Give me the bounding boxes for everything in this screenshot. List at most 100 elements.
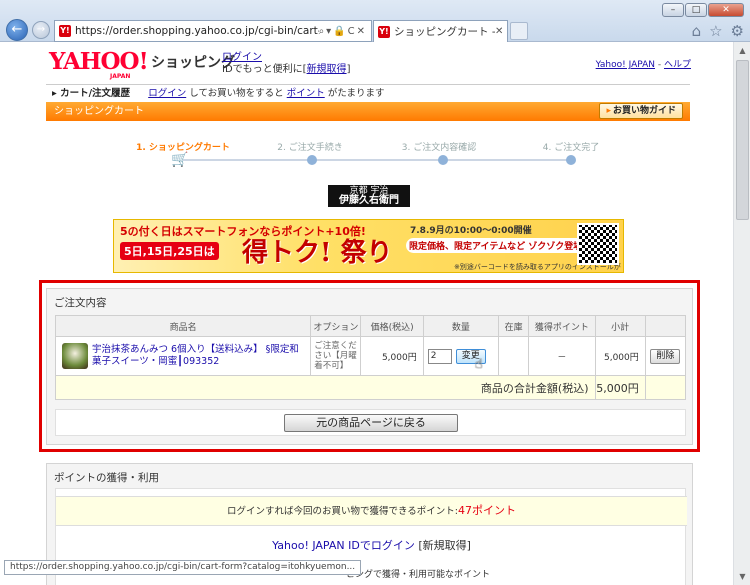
step-dot xyxy=(566,155,576,165)
cart-table: 商品名 オプション 価格(税込) 数量 在庫 獲得ポイント 小計 宇治抹茶あんみ… xyxy=(54,315,687,400)
total-row: 商品の合計金額(税込) 5,000円 xyxy=(55,375,687,400)
product-thumbnail[interactable] xyxy=(62,343,88,369)
change-quantity-button[interactable]: 変更 ☝ xyxy=(455,348,486,371)
order-panel-title: ご注文内容 xyxy=(54,297,107,309)
back-button-area: 元の商品ページに戻る xyxy=(55,409,686,436)
delete-cell: 削除 xyxy=(644,336,687,376)
col-price: 価格(税込) xyxy=(360,315,424,337)
close-window-icon[interactable]: ✕ xyxy=(708,3,744,17)
favorites-star-icon[interactable]: ☆ xyxy=(709,22,722,40)
browser-chrome: – □ ✕ ← → Y! https://order.shopping.yaho… xyxy=(0,0,750,42)
banner-limited: 限定価格、限定アイテムなど ゾクゾク登場! xyxy=(406,238,590,253)
product-name-link[interactable]: 宇治抹茶あんみつ 6個入り【送料込み】 §限定和菓子スイーツ・岡蜜┃093352 xyxy=(92,344,304,368)
yahoo-japan-link[interactable]: Yahoo! JAPAN xyxy=(596,60,655,70)
table-row: 宇治抹茶あんみつ 6個入り【送料込み】 §限定和菓子スイーツ・岡蜜┃093352… xyxy=(54,336,687,376)
product-cell: 宇治抹茶あんみつ 6個入り【送料込み】 §限定和菓子スイーツ・岡蜜┃093352 xyxy=(54,336,312,376)
id-login-line: Yahoo! JAPAN IDでログイン [新規取得] xyxy=(56,537,687,553)
cart-title-bar: ショッピングカート お買い物ガイド xyxy=(46,102,690,121)
scrollbar-thumb[interactable] xyxy=(736,60,749,220)
col-points: 獲得ポイント xyxy=(528,315,596,337)
step-order-procedure: 2. ご注文手続き xyxy=(277,143,343,153)
forward-button[interactable]: → xyxy=(32,21,50,39)
col-subtotal: 小計 xyxy=(594,315,646,337)
subnav-points-link[interactable]: ポイント xyxy=(287,88,325,99)
window-controls: – □ ✕ xyxy=(662,3,744,17)
browser-tab-cart[interactable]: Y! ショッピングカート - Ya... ✕ xyxy=(373,20,508,42)
price-cell: 5,000円 xyxy=(360,336,424,376)
header-links: Yahoo! JAPAN - ヘルプ xyxy=(596,57,691,70)
yahoo-favicon-icon: Y! xyxy=(378,25,390,38)
subnav-note2: がたまります xyxy=(327,88,385,99)
step-order-confirm: 3. ご注文内容確認 xyxy=(401,143,477,153)
col-option: オプション xyxy=(310,315,362,337)
scroll-down-icon[interactable]: ▼ xyxy=(736,570,749,583)
banner-title: 得トク! 祭り xyxy=(242,238,393,268)
back-button[interactable]: ← xyxy=(6,19,28,41)
col-stock: 在庫 xyxy=(498,315,530,337)
store-logo-line2: 伊藤久右衛門 xyxy=(339,195,399,206)
vertical-scrollbar[interactable]: ▲ ▼ xyxy=(733,42,750,585)
back-to-product-button[interactable]: 元の商品ページに戻る xyxy=(284,414,458,432)
banner-dates: 5日,15日,25日は xyxy=(120,242,219,260)
id-register-link[interactable]: [新規取得] xyxy=(418,539,471,552)
maximize-icon[interactable]: □ xyxy=(685,3,707,17)
yahoo-logo[interactable]: YAHOO! xyxy=(49,50,149,73)
total-value: 5,000円 xyxy=(594,375,646,400)
promo-banner[interactable]: 5の付く日はスマートフォンならポイント+10倍! 5日,15日,25日は 得トク… xyxy=(113,219,624,273)
col-quantity: 数量 xyxy=(422,315,500,337)
help-link[interactable]: ヘルプ xyxy=(664,60,691,70)
address-bar-icons[interactable]: ⌕▾🔒C✕ xyxy=(319,26,371,37)
id-login-link[interactable]: Yahoo! JAPAN IDでログイン xyxy=(272,539,415,552)
address-bar[interactable]: Y! https://order.shopping.yahoo.co.jp/cg… xyxy=(54,20,372,42)
new-tab-button[interactable] xyxy=(510,22,528,40)
yahoo-favicon-icon: Y! xyxy=(59,25,71,37)
home-icon[interactable]: ⌂ xyxy=(692,22,702,40)
tab-close-icon[interactable]: ✕ xyxy=(495,26,507,37)
sub-navigation: ▸ カート/注文履歴 ログイン してお買い物をすると ポイント がたまります xyxy=(46,84,690,102)
points-note-text: ログインすれば今回のお買い物で獲得できるポイント: xyxy=(226,506,458,517)
step-order-complete: 4. ご注文完了 xyxy=(542,143,600,153)
total-label: 商品の合計金額(税込) xyxy=(55,375,596,400)
shopping-guide-button[interactable]: お買い物ガイド xyxy=(599,103,683,119)
points-value: 47ポイント xyxy=(458,504,516,517)
subnav-note: してお買い物をすると xyxy=(189,88,284,99)
yahoo-logo-sub: JAPAN xyxy=(110,73,131,80)
step-dot xyxy=(438,155,448,165)
subnav-login-link[interactable]: ログイン xyxy=(148,88,186,99)
steps-progress-line xyxy=(183,159,573,161)
page-content: YAHOO! JAPAN ショッピング ログイン IDでもっと便利に[新規取得]… xyxy=(0,42,733,585)
register-link[interactable]: 新規取得 xyxy=(307,64,347,75)
points-cell: － xyxy=(528,336,596,376)
points-note: ログインすれば今回のお買い物で獲得できるポイント:47ポイント xyxy=(56,496,687,526)
quantity-input[interactable]: 2 xyxy=(427,348,452,364)
minimize-icon[interactable]: – xyxy=(662,3,684,17)
qr-code-icon xyxy=(577,223,619,265)
banner-time: 7.8.9月の10:00〜0:00開催 xyxy=(410,226,532,236)
status-bar-url: https://order.shopping.yahoo.co.jp/cgi-b… xyxy=(4,560,362,575)
col-actions xyxy=(644,315,687,337)
store-logo[interactable]: 京都 宇治 伊藤久右衛門 xyxy=(328,185,410,207)
points-sub-note: ピングで獲得・利用可能なポイント xyxy=(346,570,491,580)
browser-tools: ⌂ ☆ ⚙ xyxy=(692,22,744,40)
login-note-suffix: ] xyxy=(346,64,351,75)
login-note-prefix: IDでもっと便利に[ xyxy=(222,64,307,75)
scroll-up-icon[interactable]: ▲ xyxy=(736,44,749,57)
step-dot xyxy=(307,155,317,165)
col-product: 商品名 xyxy=(54,315,312,337)
total-empty xyxy=(644,375,687,400)
cart-title: ショッピングカート xyxy=(54,106,144,117)
shopping-cart-icon: 🛒 xyxy=(171,152,189,168)
points-panel-title: ポイントの獲得・利用 xyxy=(54,472,159,484)
stock-cell xyxy=(498,336,530,376)
quantity-cell: 2 変更 ☝ xyxy=(422,336,500,376)
settings-gear-icon[interactable]: ⚙ xyxy=(731,22,744,40)
subtotal-cell: 5,000円 xyxy=(594,336,646,376)
tab-title: ショッピングカート - Ya... xyxy=(394,26,495,38)
cart-history-link[interactable]: ▸ カート/注文履歴 xyxy=(52,88,130,99)
order-panel: ご注文内容 商品名 オプション 価格(税込) 数量 在庫 獲得ポイント 小計 宇… xyxy=(46,288,693,445)
address-url[interactable]: https://order.shopping.yahoo.co.jp/cgi-b… xyxy=(75,25,319,37)
header-links-sep: - xyxy=(655,60,664,70)
option-cell: ご注意ください【月曜着不可】 xyxy=(310,336,362,376)
delete-button[interactable]: 削除 xyxy=(650,348,681,364)
header-login-note: IDでもっと便利に[新規取得] xyxy=(222,60,350,75)
